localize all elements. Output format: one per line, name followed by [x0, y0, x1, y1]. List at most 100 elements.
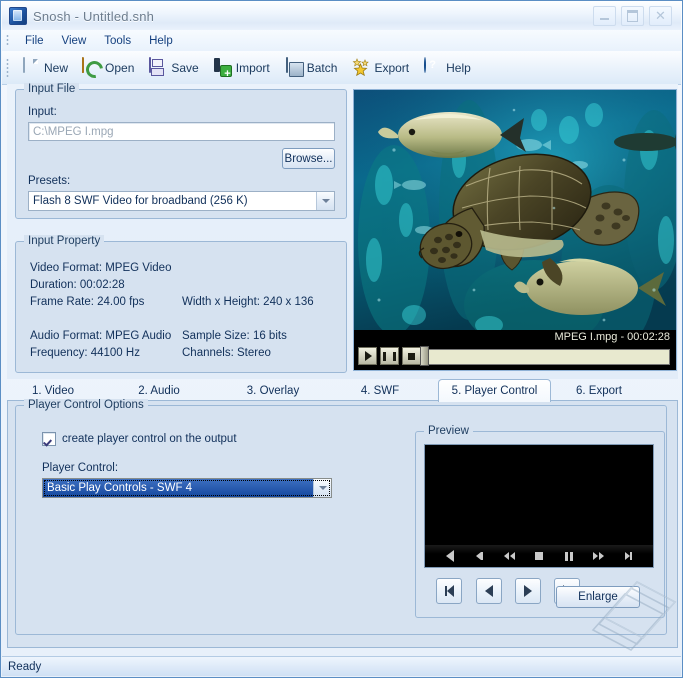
- toolbar-export-button[interactable]: Export: [345, 55, 415, 80]
- player-control-label: Player Control:: [42, 462, 118, 474]
- video-play-button[interactable]: [358, 347, 377, 365]
- previous-icon[interactable]: [472, 549, 488, 563]
- menu-item-file[interactable]: File: [16, 33, 53, 49]
- tab-audio[interactable]: 2. Audio: [119, 381, 199, 400]
- toolbar-help-label: Help: [446, 61, 471, 75]
- status-bar: Ready: [2, 656, 681, 676]
- player-control-options-title: Player Control Options: [24, 399, 148, 411]
- tab-swf[interactable]: 4. SWF: [343, 381, 417, 400]
- app-icon: [9, 7, 27, 25]
- window-controls: ✕: [588, 6, 672, 26]
- next-frame-button[interactable]: [515, 578, 541, 604]
- video-preview[interactable]: MPEG I.mpg - 00:02:28: [353, 89, 677, 371]
- tab-strip: 1. Video 2. Audio 3. Overlay 4. SWF 5. P…: [7, 379, 678, 400]
- video-player-controls: MPEG I.mpg - 00:02:28: [354, 330, 676, 370]
- rewind-icon[interactable]: [501, 549, 517, 563]
- toolbar-export-label: Export: [374, 61, 409, 75]
- video-format-text: Video Format: MPEG Video: [30, 262, 171, 274]
- browse-button[interactable]: Browse...: [282, 148, 335, 169]
- toolbar-open-button[interactable]: Open: [76, 55, 140, 80]
- preview-group-title: Preview: [424, 425, 473, 437]
- input-file-group-title: Input File: [24, 83, 79, 95]
- application-window: Snosh - Untitled.snh ✕ File View Tools H…: [0, 0, 683, 678]
- toolbar-help-button[interactable]: Help: [417, 55, 477, 80]
- audio-format-text: Audio Format: MPEG Audio: [30, 330, 171, 342]
- export-stars-icon: [351, 58, 370, 77]
- toolbar-grip[interactable]: [6, 58, 9, 78]
- video-transport-buttons: [358, 347, 421, 365]
- title-bar: Snosh - Untitled.snh ✕: [2, 2, 681, 30]
- input-label: Input:: [28, 106, 57, 118]
- close-button[interactable]: ✕: [649, 6, 672, 26]
- stop-icon[interactable]: [531, 549, 547, 563]
- input-property-group-title: Input Property: [24, 235, 104, 247]
- tab-export[interactable]: 6. Export: [560, 381, 638, 400]
- preview-screen[interactable]: [424, 444, 654, 568]
- presets-dropdown-arrow[interactable]: [316, 192, 334, 210]
- video-title-overlay: MPEG I.mpg - 00:02:28: [554, 331, 670, 343]
- first-frame-button[interactable]: [436, 578, 462, 604]
- toolbar-import-label: Import: [236, 61, 270, 75]
- video-stop-button[interactable]: [402, 347, 421, 365]
- tab-player-control[interactable]: 5. Player Control: [438, 379, 551, 402]
- enlarge-button-label: Enlarge: [578, 591, 618, 603]
- maximize-icon: [627, 10, 638, 22]
- chevron-down-icon: [319, 486, 327, 490]
- previous-frame-button[interactable]: [476, 578, 502, 604]
- next-frame-icon: [524, 585, 532, 597]
- player-control-combobox[interactable]: Basic Play Controls - SWF 4: [42, 478, 332, 498]
- volume-icon[interactable]: [442, 549, 458, 563]
- menu-item-tools[interactable]: Tools: [95, 33, 140, 49]
- chevron-down-icon: [322, 199, 330, 203]
- new-document-icon: [21, 58, 40, 77]
- toolbar-batch-button[interactable]: Batch: [278, 55, 344, 80]
- duration-text: Duration: 00:02:28: [30, 279, 125, 291]
- close-icon: ✕: [655, 8, 666, 24]
- toolbar-import-button[interactable]: Import: [207, 55, 276, 80]
- enlarge-button[interactable]: Enlarge: [556, 586, 640, 608]
- toolbar-new-button[interactable]: New: [15, 55, 74, 80]
- frequency-text: Frequency: 44100 Hz: [30, 347, 140, 359]
- player-control-value: Basic Play Controls - SWF 4: [47, 482, 192, 494]
- open-folder-icon: [82, 58, 101, 77]
- help-question-icon: [423, 58, 442, 77]
- pause-icon: [383, 352, 396, 361]
- minimize-icon: [600, 18, 609, 20]
- menu-item-help[interactable]: Help: [140, 33, 182, 49]
- batch-stack-icon: [284, 58, 303, 77]
- player-control-dropdown-arrow[interactable]: [313, 479, 331, 497]
- create-player-control-checkbox[interactable]: [42, 432, 56, 446]
- pause-icon[interactable]: [561, 549, 577, 563]
- menu-grip[interactable]: [6, 34, 9, 47]
- presets-combobox[interactable]: Flash 8 SWF Video for broadband (256 K): [28, 191, 335, 211]
- menu-bar: File View Tools Help: [2, 30, 681, 51]
- tab-video[interactable]: 1. Video: [13, 381, 93, 400]
- input-path-value: C:\MPEG I.mpg: [33, 126, 114, 138]
- menu-item-view[interactable]: View: [53, 33, 96, 49]
- input-path-field[interactable]: C:\MPEG I.mpg: [28, 122, 335, 141]
- width-height-text: Width x Height: 240 x 136: [182, 296, 314, 308]
- minimize-button[interactable]: [593, 6, 616, 26]
- create-player-control-row[interactable]: create player control on the output: [42, 432, 237, 446]
- next-icon[interactable]: [620, 549, 636, 563]
- window-title: Snosh - Untitled.snh: [33, 9, 154, 24]
- browse-button-label: Browse...: [285, 153, 333, 165]
- fast-forward-icon[interactable]: [590, 549, 606, 563]
- tab-overlay[interactable]: 3. Overlay: [229, 381, 317, 400]
- stop-icon: [408, 353, 415, 360]
- video-seek-thumb[interactable]: [420, 346, 429, 366]
- channels-text: Channels: Stereo: [182, 347, 271, 359]
- toolbar-new-label: New: [44, 61, 68, 75]
- toolbar: New Open Save Import Batch: [2, 51, 681, 85]
- video-pause-button[interactable]: [380, 347, 399, 365]
- status-text: Ready: [8, 661, 41, 673]
- input-file-group: Input File Input: C:\MPEG I.mpg Browse..…: [15, 89, 347, 219]
- toolbar-save-button[interactable]: Save: [142, 55, 204, 80]
- toolbar-batch-label: Batch: [307, 61, 338, 75]
- maximize-button[interactable]: [621, 6, 644, 26]
- import-film-icon: [213, 58, 232, 77]
- video-seek-track[interactable]: [420, 349, 670, 365]
- preview-skin-bar: [425, 545, 653, 567]
- toolbar-save-label: Save: [171, 61, 198, 75]
- play-icon: [365, 351, 372, 361]
